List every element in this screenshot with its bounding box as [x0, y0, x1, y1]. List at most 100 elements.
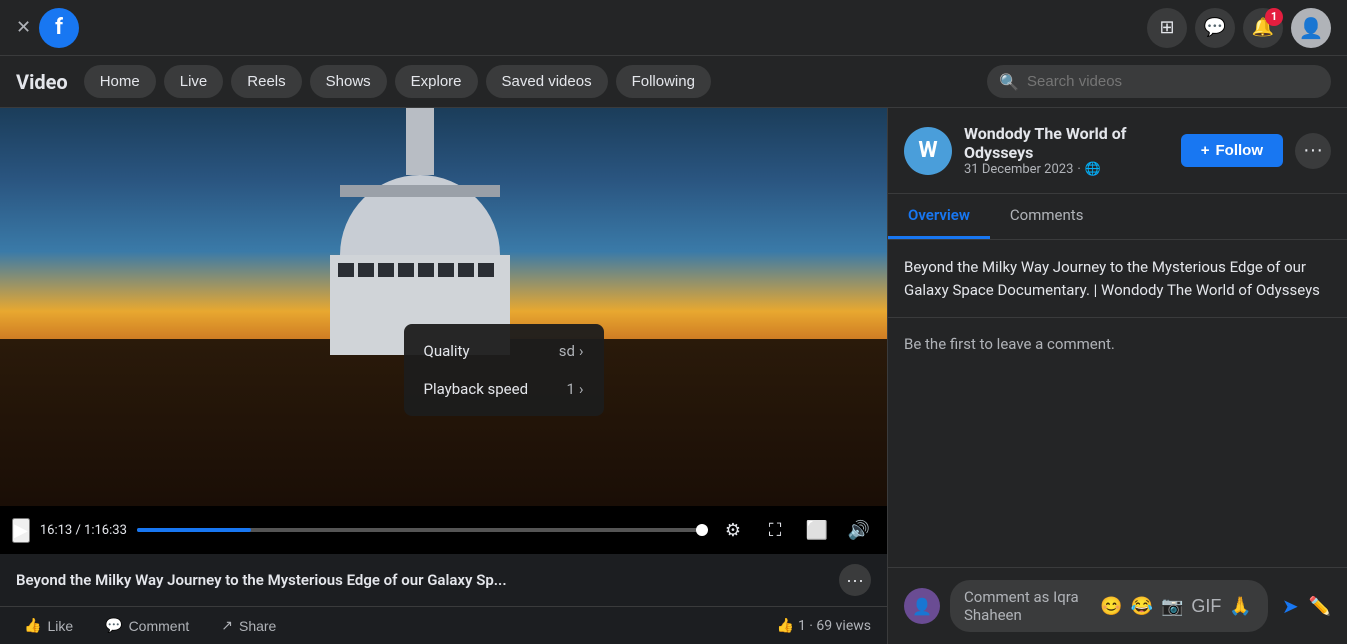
globe-icon: 🌐 — [1085, 162, 1101, 177]
progress-bar[interactable] — [137, 528, 707, 532]
avatar-image: 👤 — [1299, 16, 1324, 40]
window — [378, 263, 394, 277]
comment-placeholder: Comment as Iqra Shaheen — [964, 588, 1098, 624]
emoji-row: 😊 😂 📷 GIF 🙏 — [1098, 596, 1254, 617]
emoji-camera[interactable]: 📷 — [1159, 596, 1185, 617]
tab-overview[interactable]: Overview — [888, 194, 990, 239]
content-tabs: Overview Comments — [888, 194, 1347, 240]
channel-avatar[interactable]: W — [904, 127, 952, 175]
comment-button[interactable]: 💬 Comment — [97, 613, 197, 638]
reactions-bar: 👍 Like 💬 Comment ↗ Share 👍 1 · 69 views — [0, 606, 887, 644]
user-avatar[interactable]: 👤 — [1291, 8, 1331, 48]
like-button[interactable]: 👍 Like — [16, 613, 81, 638]
topbar-left: ✕ f — [16, 8, 79, 48]
window — [398, 263, 414, 277]
quality-option[interactable]: Quality sd › — [404, 332, 604, 370]
dot-separator: · — [1077, 162, 1080, 177]
comment-icon: 💬 — [105, 617, 122, 634]
comment-input-wrapper[interactable]: Comment as Iqra Shaheen 😊 😂 📷 GIF 🙏 — [950, 580, 1268, 632]
nav-following[interactable]: Following — [616, 65, 711, 98]
playback-speed-value: 1 › — [567, 380, 584, 398]
no-comments-text: Be the first to leave a comment. — [904, 335, 1115, 353]
notification-badge: 1 — [1265, 8, 1283, 26]
commenter-avatar: 👤 — [904, 588, 940, 624]
chevron-right-icon: › — [579, 342, 584, 360]
follow-button[interactable]: + Follow — [1181, 134, 1283, 167]
send-icon: ➤ — [1282, 596, 1299, 618]
observatory-dome — [340, 175, 500, 255]
nav-live[interactable]: Live — [164, 65, 224, 98]
search-icon: 🔍 — [999, 72, 1019, 91]
like-icon: 👍 — [24, 617, 41, 634]
window — [458, 263, 474, 277]
view-count: 👍 1 · 69 views — [777, 618, 871, 634]
video-controls-bar: ▶ 16:13 / 1:16:33 ⚙ ⛶ ⬜ 🔊 — [0, 506, 887, 554]
observatory-building — [310, 108, 530, 355]
video-area[interactable]: Quality sd › Playback speed 1 › — [0, 108, 887, 506]
quality-label: Quality — [424, 342, 470, 360]
window — [358, 263, 374, 277]
settings-icon: ⚙ — [725, 520, 741, 541]
theater-mode-button[interactable]: ⬜ — [801, 514, 833, 546]
volume-button[interactable]: 🔊 — [843, 514, 875, 546]
settings-icon-button[interactable]: ⚙ — [717, 514, 749, 546]
main-layout: Quality sd › Playback speed 1 › ▶ — [0, 108, 1347, 644]
comment-input-area: 👤 Comment as Iqra Shaheen 😊 😂 📷 GIF 🙏 ➤ … — [888, 567, 1347, 644]
like-emoji: 👍 — [777, 618, 794, 634]
nav-home[interactable]: Home — [84, 65, 156, 98]
fullscreen-icon: ⛶ — [769, 520, 782, 541]
fullscreen-button[interactable]: ⛶ — [759, 514, 791, 546]
channel-date: 31 December 2023 · 🌐 — [964, 162, 1169, 177]
page-title: Video — [16, 70, 68, 94]
building-windows — [330, 255, 510, 285]
video-thumbnail — [0, 108, 887, 506]
edit-icon: ✏️ — [1309, 596, 1331, 616]
notifications-icon-button[interactable]: 🔔 1 — [1243, 8, 1283, 48]
emoji-gif[interactable]: GIF — [1189, 596, 1223, 617]
nav-explore[interactable]: Explore — [395, 65, 478, 98]
fb-logo[interactable]: f — [39, 8, 79, 48]
video-title: Beyond the Milky Way Journey to the Myst… — [16, 571, 839, 589]
description-text: Beyond the Milky Way Journey to the Myst… — [904, 256, 1331, 301]
like-label: Like — [47, 618, 73, 634]
nav-reels[interactable]: Reels — [231, 65, 301, 98]
edit-button[interactable]: ✏️ — [1309, 596, 1331, 617]
playback-speed-option[interactable]: Playback speed 1 › — [404, 370, 604, 408]
right-panel: W Wondody The World of Odysseys 31 Decem… — [887, 108, 1347, 644]
playback-speed-label: Playback speed — [424, 380, 529, 398]
emoji-sticker[interactable]: 🙏 — [1227, 596, 1253, 617]
video-settings-popup: Quality sd › Playback speed 1 › — [404, 324, 604, 416]
comments-area: Be the first to leave a comment. — [888, 318, 1347, 567]
tab-comments[interactable]: Comments — [990, 194, 1104, 239]
emoji-laugh[interactable]: 😂 — [1129, 596, 1155, 617]
quality-value: sd › — [559, 342, 584, 360]
search-container: 🔍 — [987, 65, 1331, 98]
channel-options-button[interactable]: ··· — [1295, 133, 1331, 169]
commenter-avatar-icon: 👤 — [912, 597, 932, 616]
share-button[interactable]: ↗ Share — [213, 613, 284, 638]
window — [438, 263, 454, 277]
topbar-right: ⊞ 💬 🔔 1 👤 — [1147, 8, 1331, 48]
messenger-icon-button[interactable]: 💬 — [1195, 8, 1235, 48]
progress-dot — [696, 524, 708, 536]
nav-saved-videos[interactable]: Saved videos — [486, 65, 608, 98]
play-button[interactable]: ▶ — [12, 518, 30, 543]
more-options-button[interactable]: ··· — [839, 564, 871, 596]
follow-plus-icon: + — [1201, 142, 1210, 159]
video-description: Beyond the Milky Way Journey to the Myst… — [888, 240, 1347, 318]
nav-shows[interactable]: Shows — [310, 65, 387, 98]
grid-icon-button[interactable]: ⊞ — [1147, 8, 1187, 48]
window — [338, 263, 354, 277]
emoji-smiley[interactable]: 😊 — [1098, 596, 1124, 617]
grid-icon: ⊞ — [1159, 17, 1174, 38]
search-input[interactable] — [987, 65, 1331, 98]
channel-name: Wondody The World of Odysseys — [964, 124, 1169, 162]
share-icon: ↗ — [221, 617, 233, 634]
time-display: 16:13 / 1:16:33 — [40, 523, 127, 538]
share-label: Share — [239, 618, 276, 634]
observatory-tower — [406, 108, 434, 175]
send-comment-button[interactable]: ➤ — [1282, 594, 1299, 619]
follow-label: Follow — [1216, 142, 1264, 159]
close-icon[interactable]: ✕ — [16, 17, 31, 38]
dome-stripe — [340, 185, 500, 197]
